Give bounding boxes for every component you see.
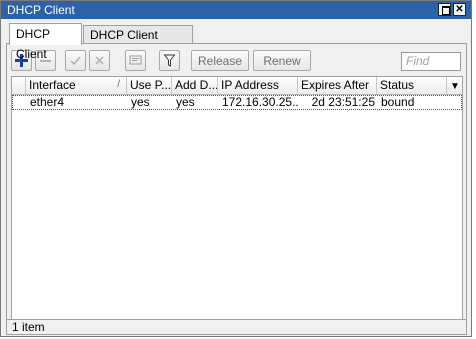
tab-dhcp-client[interactable]: DHCP Client [9,23,82,61]
close-icon: ✕ [455,4,464,15]
enable-button[interactable] [65,50,86,71]
chevron-down-icon: ▼ [450,81,460,92]
cell-status: bound [381,96,415,109]
filter-icon [164,54,175,67]
header-add-default-route[interactable]: Add D... [172,77,218,94]
cell-interface: ether4 [30,96,65,109]
tab-dhcp-client-options[interactable]: DHCP Client Options [83,25,193,60]
renew-button[interactable]: Renew [253,50,311,71]
check-icon [70,56,81,66]
disable-button[interactable] [89,50,110,71]
header-ip-address[interactable]: IP Address [218,77,298,94]
column-menu-button[interactable]: ▼ [447,77,462,94]
header-expires-after[interactable]: Expires After [298,77,377,94]
comment-button[interactable] [125,50,146,71]
close-button[interactable]: ✕ [453,3,466,16]
header-use-peer-dns[interactable]: Use P... [127,77,172,94]
window-title: DHCP Client [7,3,75,17]
renew-label: Renew [263,53,301,68]
header-status[interactable]: Status [377,77,447,94]
tab-label: DHCP Client [16,27,50,61]
header-flag [12,77,26,94]
table-row[interactable]: ether4 yes yes 172.16.30.25... 2d 23:51:… [12,95,462,110]
cross-icon [95,56,104,65]
filter-button[interactable] [159,50,180,71]
cell-expires-after: 2d 23:51:25 [311,96,375,109]
table-header: Interface / Use P... Add D... IP Address… [12,77,462,95]
dhcp-client-table: Interface / Use P... Add D... IP Address… [11,76,463,320]
restore-icon [442,6,450,15]
release-button[interactable]: Release [191,50,249,71]
cell-use-peer-dns: yes [131,96,150,109]
dhcp-client-window: DHCP Client ✕ DHCP Client DHCP Client Op… [0,0,472,337]
cell-add-default-route: yes [176,96,195,109]
find-input[interactable]: Find [401,52,461,71]
restore-button[interactable] [438,3,451,16]
sort-icon: / [117,79,120,90]
tab-panel: Release Renew Find Interface / Use P... … [6,43,467,335]
header-interface[interactable]: Interface / [26,77,127,94]
cell-ip-address: 172.16.30.25... [222,96,299,109]
find-placeholder: Find [406,54,430,68]
item-count: 1 item [12,320,45,334]
comment-icon [129,55,142,65]
status-bar: 1 item [7,319,466,334]
title-bar[interactable]: DHCP Client ✕ [1,1,471,19]
release-label: Release [197,53,243,68]
